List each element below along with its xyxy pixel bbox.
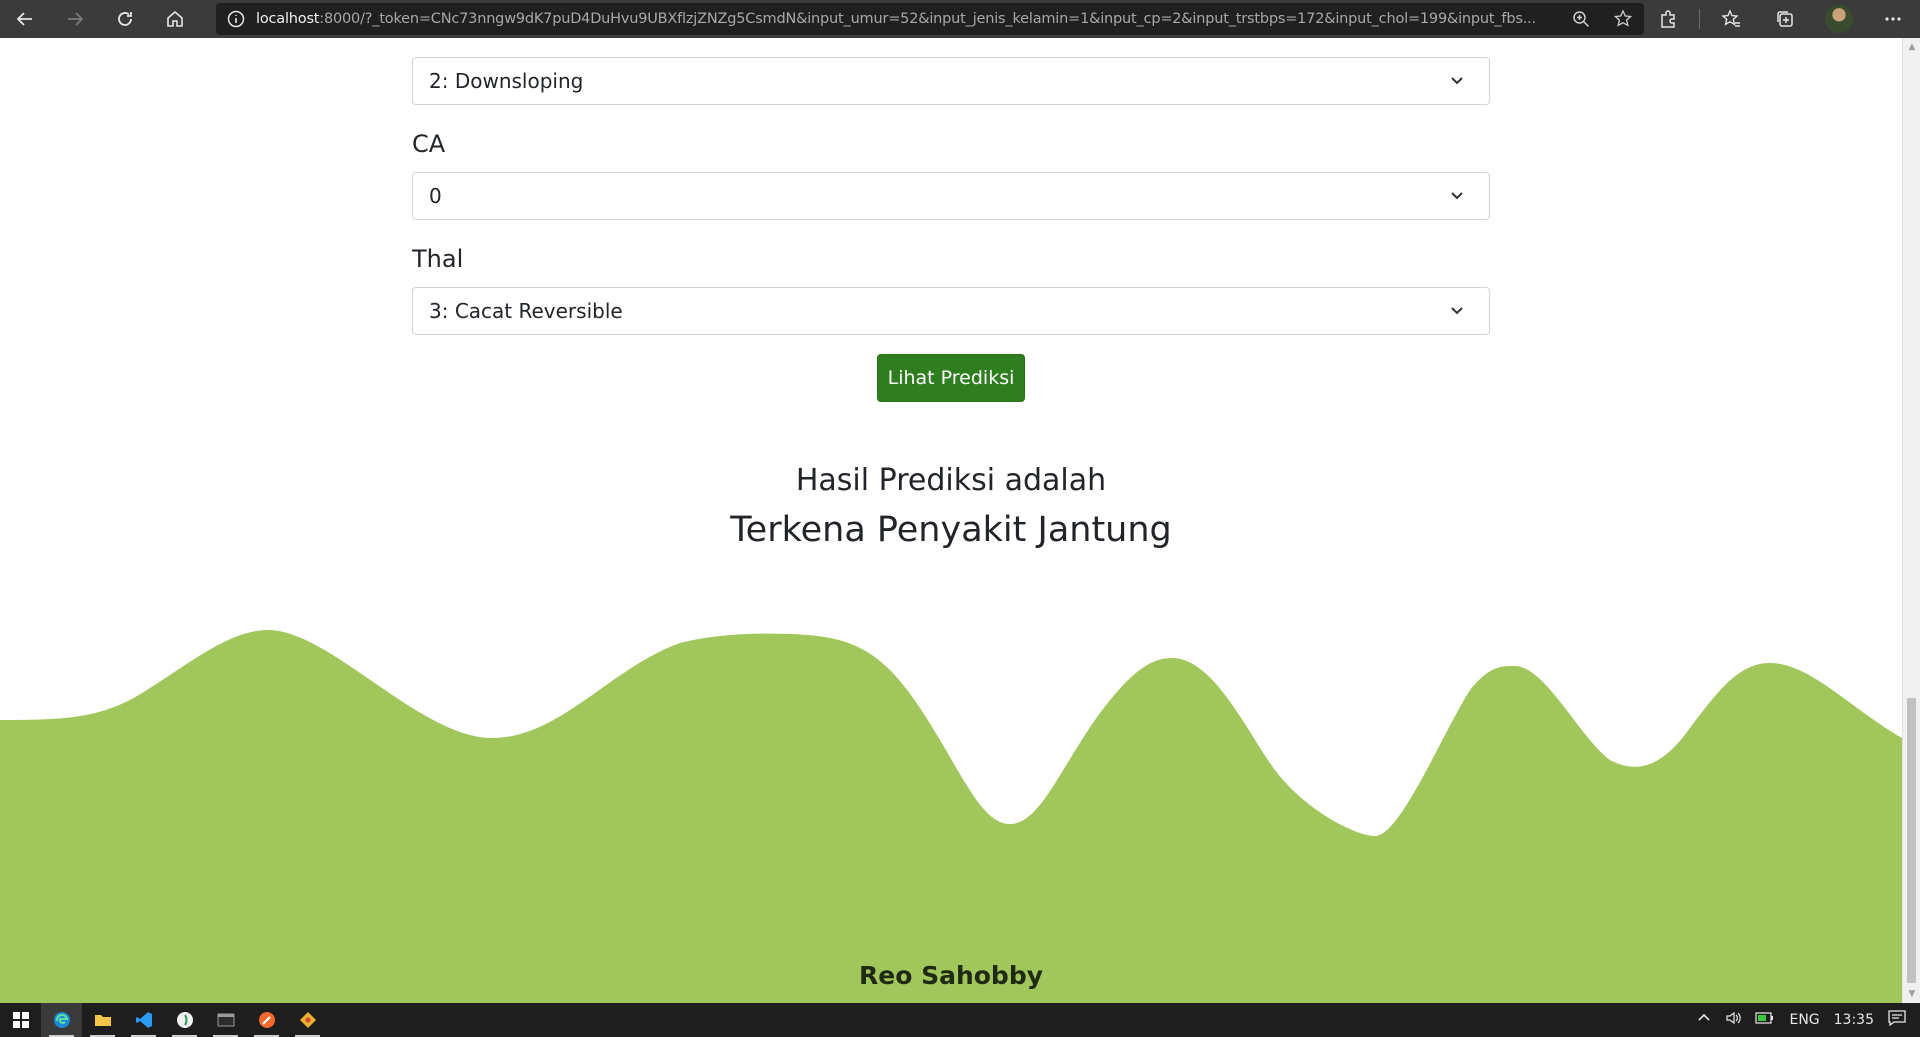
thal-select-value: 3: Cacat Reversible: [429, 299, 623, 323]
ca-label: CA: [412, 130, 446, 158]
collections-icon: [1777, 11, 1793, 27]
chevron-down-icon: [1451, 77, 1463, 85]
vscode-icon: [135, 1012, 152, 1028]
taskbar-edge[interactable]: [41, 1003, 82, 1037]
footer-wave-shape: [0, 630, 1902, 1003]
url-query: :8000/?_token=CNc73nngw9dK7puD4DuHvu9UBX…: [319, 11, 1536, 27]
slope-select-value: 2: Downsloping: [429, 69, 584, 93]
terminal-icon: [217, 1013, 234, 1027]
site-info-icon[interactable]: [216, 10, 256, 28]
taskbar: ENG 13:35: [0, 1003, 1920, 1037]
page-scrollbar[interactable]: ▲ ▼: [1902, 38, 1920, 1003]
notification-icon[interactable]: [1888, 1010, 1906, 1030]
scroll-thumb[interactable]: [1907, 698, 1916, 983]
tray-overflow-chevron-icon[interactable]: [1697, 1011, 1711, 1029]
start-button[interactable]: [0, 1003, 41, 1037]
zoom-icon[interactable]: [1560, 10, 1602, 28]
taskbar-file-explorer[interactable]: [82, 1003, 123, 1037]
ca-select-value: 0: [429, 184, 442, 208]
thal-label: Thal: [412, 245, 464, 273]
toolbar-divider: [1699, 9, 1700, 29]
puzzle-icon: [1661, 10, 1675, 28]
refresh-icon: [118, 12, 132, 26]
favorites-button[interactable]: [1704, 0, 1758, 38]
refresh-button[interactable]: [100, 0, 150, 38]
toolbar-right: [1641, 0, 1920, 38]
taskbar-terminal[interactable]: [205, 1003, 246, 1037]
ca-select[interactable]: 0: [412, 172, 1490, 220]
footer-name: Reo Sahobby: [858, 961, 1044, 990]
forward-button[interactable]: [50, 0, 100, 38]
predict-button[interactable]: Lihat Prediksi: [877, 354, 1025, 402]
settings-more-button[interactable]: [1866, 0, 1920, 38]
slope-select[interactable]: 2: Downsloping: [412, 57, 1490, 105]
system-tray: ENG 13:35: [1697, 1003, 1920, 1037]
arrow-right-icon: [68, 12, 84, 26]
browser-toolbar: localhost:8000/?_token=CNc73nngw9dK7puD4…: [0, 0, 1920, 38]
taskbar-vscode[interactable]: [123, 1003, 164, 1037]
address-bar[interactable]: localhost:8000/?_token=CNc73nngw9dK7puD4…: [216, 3, 1644, 35]
home-button[interactable]: [150, 0, 200, 38]
back-button[interactable]: [0, 0, 50, 38]
windows-icon: [12, 1012, 29, 1028]
folder-icon: [94, 1015, 111, 1026]
footer-wave: [0, 630, 1902, 1003]
taskbar-app-circle[interactable]: [164, 1003, 205, 1037]
edge-icon: [53, 1012, 70, 1028]
chevron-down-icon: [1451, 307, 1463, 315]
avatar: [1825, 5, 1853, 33]
favorites-star-icon: [1721, 9, 1740, 27]
add-favorite-icon[interactable]: [1602, 9, 1644, 29]
taskbar-postman[interactable]: [246, 1003, 287, 1037]
language-indicator[interactable]: ENG: [1789, 1012, 1819, 1028]
arrow-left-icon: [16, 12, 32, 26]
scroll-down-arrow[interactable]: ▼: [1906, 989, 1918, 999]
thal-select[interactable]: 3: Cacat Reversible: [412, 287, 1490, 335]
more-dots-icon: [1885, 17, 1901, 21]
result-value: Terkena Penyakit Jantung: [730, 510, 1172, 550]
postman-icon: [258, 1012, 275, 1028]
git-icon: [299, 1012, 316, 1028]
home-icon: [167, 10, 183, 27]
scroll-up-arrow[interactable]: ▲: [1906, 42, 1918, 52]
collections-button[interactable]: [1758, 0, 1812, 38]
url-text[interactable]: localhost:8000/?_token=CNc73nngw9dK7puD4…: [256, 11, 1560, 27]
url-host: localhost: [256, 11, 320, 27]
taskbar-git[interactable]: [287, 1003, 328, 1037]
chevron-down-icon: [1451, 192, 1463, 200]
volume-icon[interactable]: [1725, 1010, 1742, 1030]
clock[interactable]: 13:35: [1834, 1012, 1874, 1028]
extensions-button[interactable]: [1641, 0, 1695, 38]
result-title: Hasil Prediksi adalah: [795, 463, 1107, 498]
page-viewport: 2: Downsloping CA 0 Thal 3: Cacat Revers…: [0, 38, 1902, 1003]
app-circle-icon: [176, 1012, 193, 1028]
battery-icon[interactable]: [1755, 1011, 1775, 1029]
profile-button[interactable]: [1812, 0, 1866, 38]
